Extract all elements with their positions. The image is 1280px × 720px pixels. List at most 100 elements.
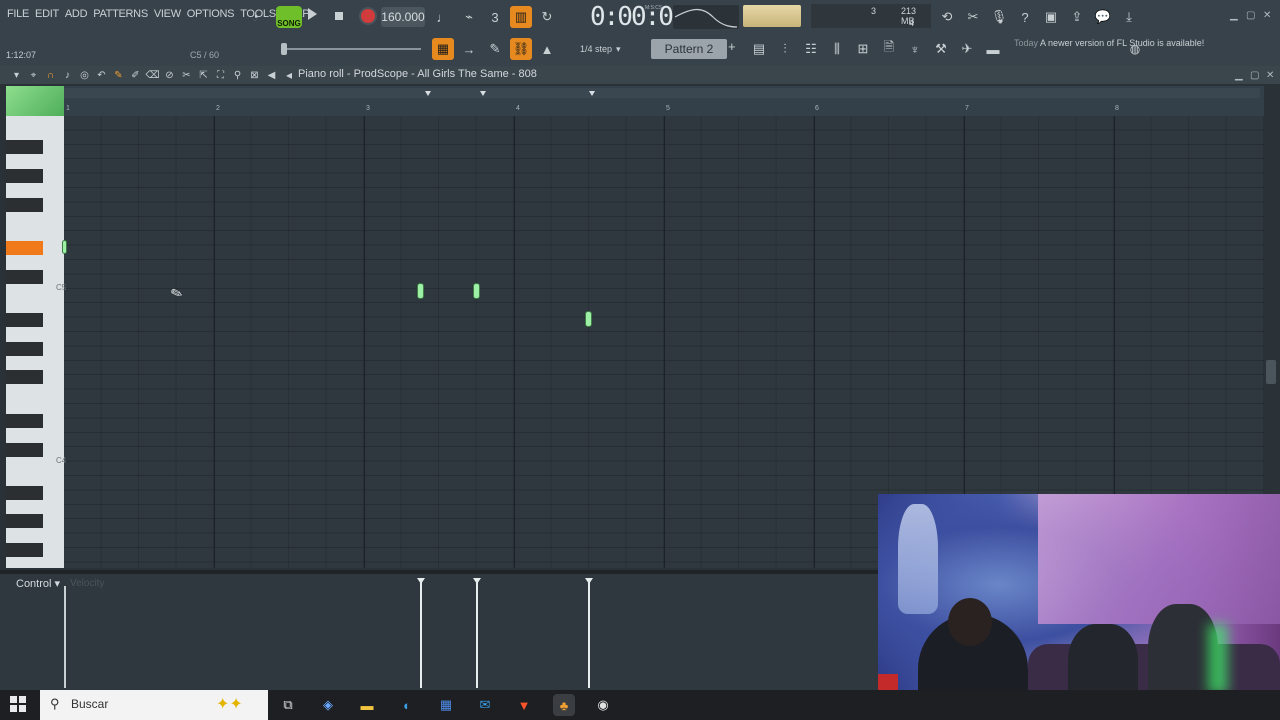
stamp-icon[interactable]: ▲ — [536, 38, 558, 60]
menu-view[interactable]: VIEW — [151, 8, 184, 20]
menu-options[interactable]: OPTIONS — [184, 8, 237, 20]
mute-icon[interactable]: ⊘ — [163, 69, 176, 82]
minimize-icon[interactable]: ▁ — [1230, 10, 1238, 21]
timeline-scroll[interactable] — [64, 88, 1260, 98]
velocity-bar[interactable] — [588, 580, 590, 688]
piano-roll-icon[interactable]: ▦ — [432, 38, 454, 60]
file-icon[interactable]: 🗎 — [878, 38, 900, 60]
pencil-icon[interactable]: ✎ — [112, 69, 125, 82]
playback-marker[interactable] — [425, 91, 431, 96]
black-key[interactable] — [6, 270, 43, 284]
black-key[interactable] — [6, 342, 43, 356]
piano-roll-close-icon[interactable]: ✕ — [1266, 70, 1274, 81]
browser-icon[interactable]: ⊞ — [852, 38, 874, 60]
delete-icon[interactable]: ⌫ — [145, 69, 159, 82]
note[interactable] — [474, 284, 479, 298]
velocity-handle[interactable] — [473, 578, 481, 584]
keyboard-corner[interactable] — [6, 86, 64, 116]
metronome-dial-icon[interactable]: ◔ — [244, 6, 266, 28]
store-icon[interactable]: ▦ — [435, 694, 457, 716]
play-button[interactable] — [308, 8, 317, 20]
playlist-icon[interactable]: ▤ — [748, 38, 770, 60]
black-key[interactable] — [6, 414, 43, 428]
close-icon[interactable]: ✕ — [1263, 10, 1271, 21]
snap-selector[interactable]: 1/4 step ▾ — [580, 41, 632, 57]
velocity-bar[interactable] — [64, 586, 66, 688]
microphone-icon[interactable]: 🎙 — [988, 6, 1010, 28]
undo-icon[interactable]: ⟲ — [936, 6, 958, 28]
playback-marker[interactable] — [589, 91, 595, 96]
note[interactable] — [586, 312, 591, 326]
mixer-icon[interactable]: ☷ — [800, 38, 822, 60]
record-button[interactable] — [361, 9, 375, 23]
playback-marker[interactable] — [480, 91, 486, 96]
link-icon[interactable]: ⛓ — [510, 38, 532, 60]
metronome-icon[interactable]: ♩ — [432, 6, 454, 28]
export-icon[interactable]: ⇪ — [1066, 6, 1088, 28]
search-placeholder[interactable]: Buscar — [71, 697, 108, 711]
note[interactable] — [418, 284, 423, 298]
black-key[interactable] — [6, 486, 43, 500]
countdown-icon[interactable]: 3 — [484, 6, 506, 28]
pattern-song-toggle[interactable]: SONG — [276, 6, 302, 28]
loop-record-icon[interactable]: ↻ — [536, 6, 558, 28]
magnifier-icon[interactable]: ⚲ — [231, 69, 244, 82]
velocity-bar[interactable] — [420, 580, 422, 688]
velocity-handle[interactable] — [417, 578, 425, 584]
zoom-icon[interactable]: ⛶ — [214, 69, 227, 82]
piano-roll-maximize-icon[interactable]: ▢ — [1250, 70, 1259, 81]
note[interactable] — [63, 241, 66, 253]
brush-icon[interactable]: ✎ — [484, 38, 506, 60]
control-label[interactable]: Control ▾ — [16, 577, 60, 590]
edge-icon[interactable]: ◐ — [396, 694, 418, 716]
add-pattern-button[interactable]: + — [728, 39, 740, 59]
slice-icon[interactable]: ✂ — [180, 69, 193, 82]
black-key[interactable] — [6, 543, 43, 557]
black-key[interactable] — [6, 198, 43, 212]
speaker-icon[interactable]: ◀ — [265, 69, 278, 82]
black-key[interactable] — [6, 514, 43, 528]
file-explorer-icon[interactable]: ▬ — [356, 694, 378, 716]
maximize-icon[interactable]: ▢ — [1246, 10, 1255, 21]
menu-edit[interactable]: EDIT — [32, 8, 62, 20]
piano-keyboard[interactable]: C5 C4 — [6, 116, 66, 568]
plugin-icon[interactable]: ♆ — [904, 38, 926, 60]
fl-studio-taskbar-icon[interactable]: ♣ — [553, 694, 575, 716]
news-panel[interactable]: Today A newer version of FL Studio is av… — [1014, 38, 1204, 49]
cut-icon[interactable]: ✂ — [962, 6, 984, 28]
copilot-icon[interactable]: ◈ — [317, 694, 339, 716]
master-pitch-slider[interactable] — [285, 48, 421, 50]
help-icon[interactable]: ? — [1014, 6, 1036, 28]
windows-start-icon[interactable] — [10, 696, 26, 712]
black-key[interactable] — [6, 313, 43, 327]
wait-input-icon[interactable]: ⌁ — [458, 6, 480, 28]
menu-file[interactable]: FILE — [4, 8, 32, 20]
playback-icon[interactable]: ⊠ — [248, 69, 261, 82]
paint-icon[interactable]: ✐ — [129, 69, 142, 82]
obs-icon[interactable]: ◉ — [592, 694, 614, 716]
brave-icon[interactable]: ▼ — [513, 694, 535, 716]
stop-button[interactable] — [335, 12, 343, 20]
fruit-icon[interactable]: ✈ — [956, 38, 978, 60]
chat-icon[interactable]: 💬 — [1092, 6, 1114, 28]
black-key[interactable] — [6, 140, 43, 154]
globe-icon[interactable]: ◍ — [1124, 38, 1146, 60]
save-icon[interactable]: ▣ — [1040, 6, 1062, 28]
highlighted-key[interactable] — [6, 241, 43, 255]
tempo-display[interactable]: 160.000 — [381, 7, 425, 27]
menu-add[interactable]: ADD — [62, 8, 90, 20]
target-icon[interactable]: ◎ — [78, 69, 91, 82]
velocity-handle[interactable] — [585, 578, 593, 584]
snap-magnet-icon[interactable]: ⌖ — [27, 69, 40, 82]
velocity-bar[interactable] — [476, 580, 478, 688]
scrollbar-thumb[interactable] — [1266, 360, 1276, 384]
pattern-selector[interactable]: Pattern 2 — [651, 39, 727, 59]
magnet-icon[interactable]: ∩ — [44, 69, 57, 82]
options-arrow-icon[interactable]: ▾ — [10, 69, 23, 82]
speaker-toggle-icon[interactable]: ◂ — [278, 64, 300, 86]
tools-icon[interactable]: ⚒ — [930, 38, 952, 60]
shop-icon[interactable]: ▬ — [982, 38, 1004, 60]
mail-icon[interactable]: ✉ — [474, 694, 496, 716]
channel-rack-icon[interactable]: ⫶ — [774, 38, 796, 60]
black-key[interactable] — [6, 443, 43, 457]
